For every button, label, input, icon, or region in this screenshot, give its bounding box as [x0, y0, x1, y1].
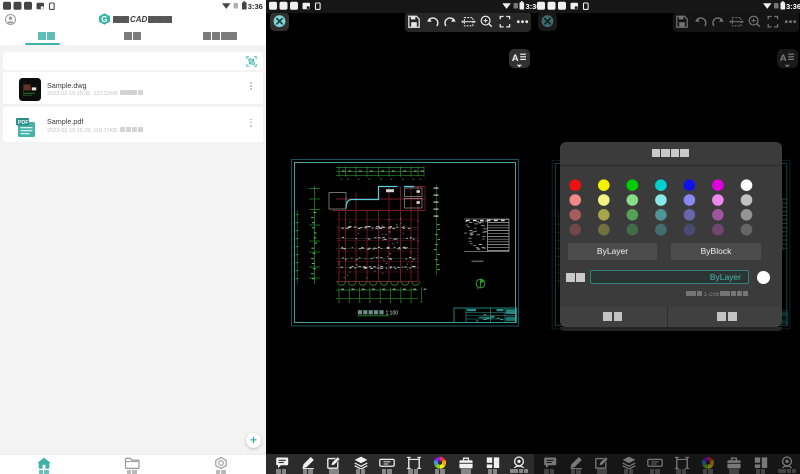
- svg-text:G: G: [101, 15, 107, 24]
- svg-text:3:36: 3:36: [786, 2, 800, 11]
- svg-text:3:36: 3:36: [248, 2, 263, 11]
- svg-text:PDF: PDF: [18, 120, 29, 126]
